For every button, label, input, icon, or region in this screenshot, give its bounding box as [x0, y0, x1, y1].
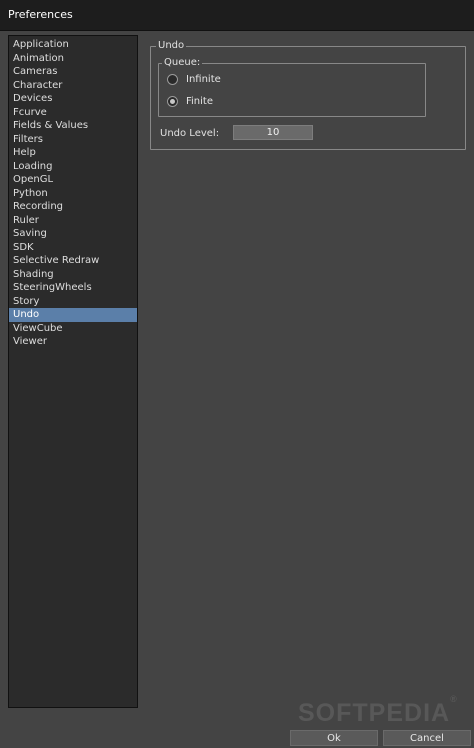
ok-button[interactable]: Ok [290, 730, 378, 746]
sidebar-item-undo[interactable]: Undo [9, 308, 137, 322]
sidebar-item-sdk[interactable]: SDK [9, 241, 137, 255]
window-title: Preferences [8, 8, 73, 21]
infinite-radio-label: Infinite [186, 73, 221, 85]
sidebar-item-fields-values[interactable]: Fields & Values [9, 119, 137, 133]
sidebar-item-fcurve[interactable]: Fcurve [9, 106, 137, 120]
sidebar-item-python[interactable]: Python [9, 187, 137, 201]
sidebar-item-story[interactable]: Story [9, 295, 137, 309]
softpedia-watermark: SOFTPEDIA® [298, 694, 458, 728]
preferences-category-list[interactable]: Application Animation Cameras Character Devi… [8, 35, 138, 708]
queue-groupbox: Queue: Infinite Finite [158, 57, 426, 117]
sidebar-item-saving[interactable]: Saving [9, 227, 137, 241]
sidebar-item-help[interactable]: Help [9, 146, 137, 160]
finite-radio-option[interactable]: Finite [167, 94, 213, 108]
watermark-text: SOFTPEDIA [298, 699, 451, 727]
title-bar: Preferences [0, 0, 474, 31]
undo-level-label: Undo Level: [160, 128, 220, 139]
undo-group-title: Undo [156, 40, 187, 51]
sidebar-item-viewcube[interactable]: ViewCube [9, 322, 137, 336]
undo-groupbox: Undo Queue: Infinite Finite Undo Level: [150, 40, 466, 150]
sidebar-item-devices[interactable]: Devices [9, 92, 137, 106]
sidebar-item-viewer[interactable]: Viewer [9, 335, 137, 349]
sidebar-item-filters[interactable]: Filters [9, 133, 137, 147]
sidebar-item-animation[interactable]: Animation [9, 52, 137, 66]
sidebar-item-ruler[interactable]: Ruler [9, 214, 137, 228]
infinite-radio-button[interactable] [167, 73, 178, 85]
cancel-button[interactable]: Cancel [383, 730, 471, 746]
infinite-radio-option[interactable]: Infinite [167, 72, 221, 86]
sidebar-item-recording[interactable]: Recording [9, 200, 137, 214]
sidebar-item-cameras[interactable]: Cameras [9, 65, 137, 79]
sidebar-item-character[interactable]: Character [9, 79, 137, 93]
queue-group-title: Queue: [162, 57, 203, 68]
watermark-registered-mark: ® [450, 693, 458, 704]
sidebar-item-opengl[interactable]: OpenGL [9, 173, 137, 187]
sidebar-item-loading[interactable]: Loading [9, 160, 137, 174]
sidebar-item-shading[interactable]: Shading [9, 268, 137, 282]
undo-level-field[interactable] [233, 125, 313, 140]
sidebar-item-selective-redraw[interactable]: Selective Redraw [9, 254, 137, 268]
sidebar-item-steeringwheels[interactable]: SteeringWheels [9, 281, 137, 295]
finite-radio-button[interactable] [167, 95, 178, 107]
sidebar-item-application[interactable]: Application [9, 38, 137, 52]
finite-radio-label: Finite [186, 95, 213, 107]
